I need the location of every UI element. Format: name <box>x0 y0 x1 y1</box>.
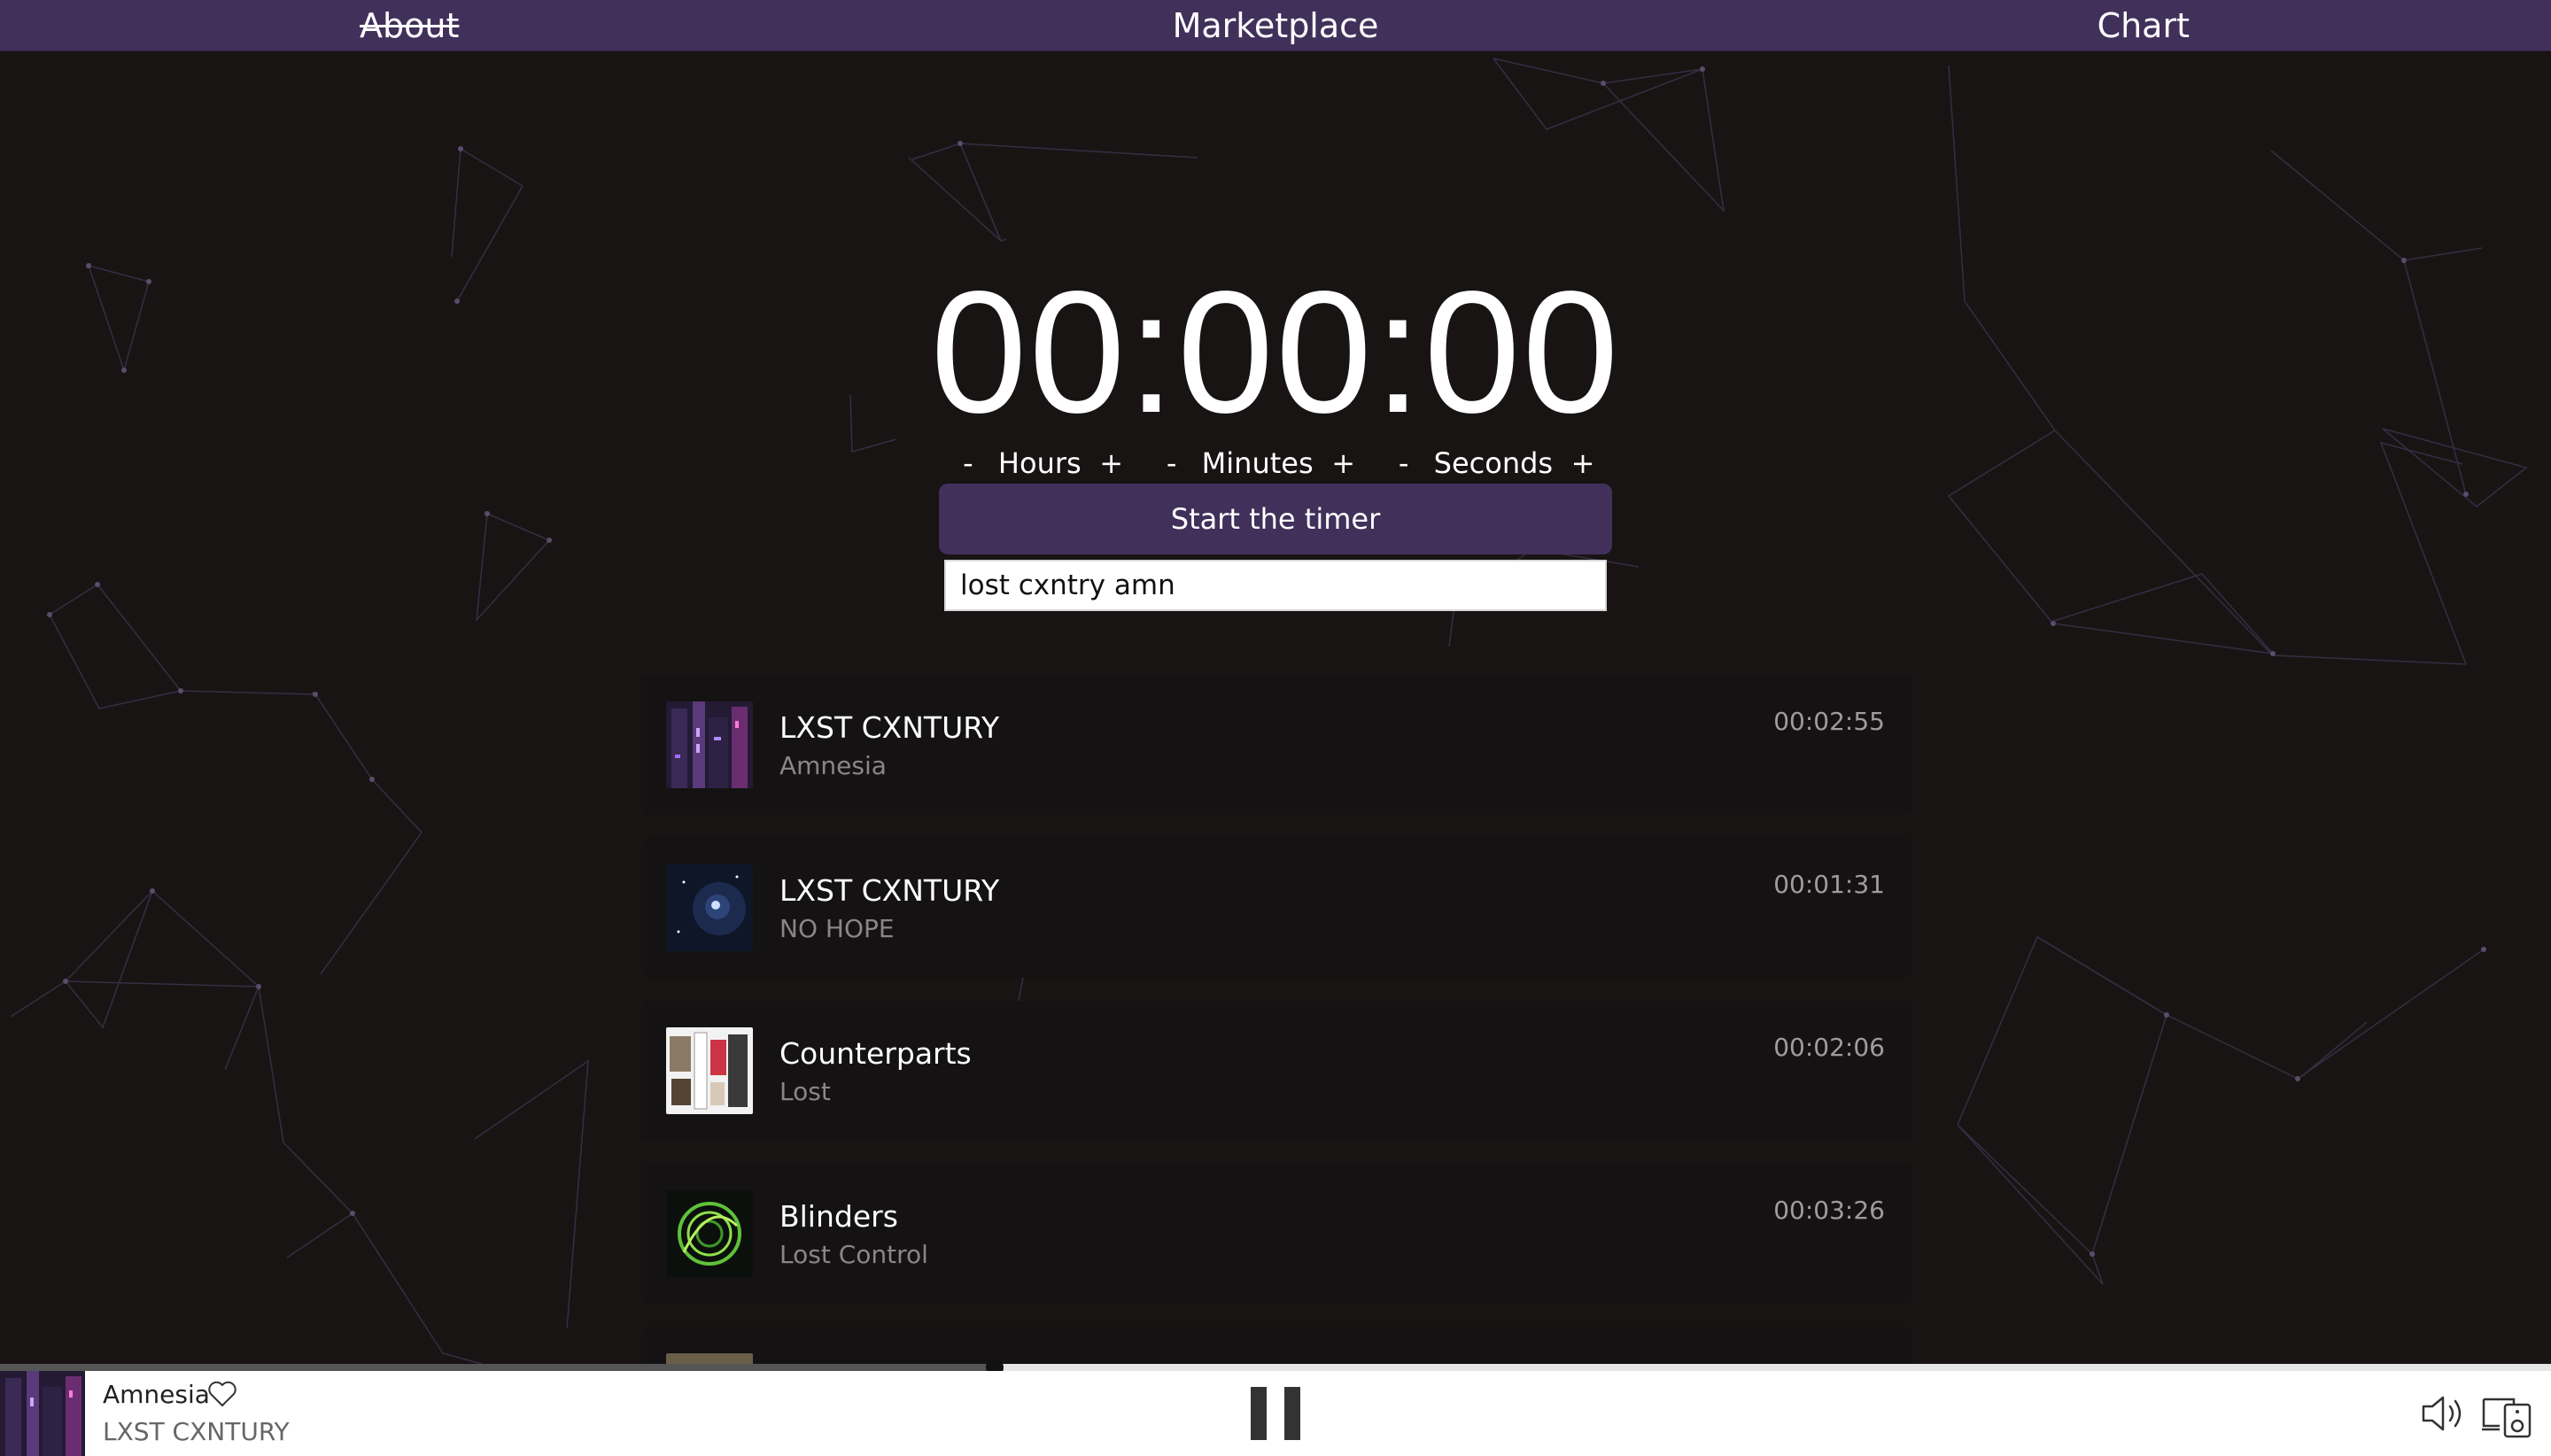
seconds-control: - Seconds + <box>1386 441 1601 485</box>
minutes-decrement-button[interactable]: - <box>1154 446 1190 480</box>
collage-art <box>666 1027 753 1114</box>
search-input[interactable] <box>944 560 1607 611</box>
now-playing-title: Amnesia <box>103 1380 210 1409</box>
track-duration: 00:01:31 <box>1773 870 1885 899</box>
track-duration: 00:02:55 <box>1773 707 1885 736</box>
track-title: Lost <box>779 1077 831 1106</box>
track-item[interactable]: Blinders Lost Control 00:03:26 <box>641 1164 1913 1304</box>
heart-icon[interactable] <box>207 1380 237 1408</box>
nav-chart-link[interactable]: Chart <box>2097 0 2190 51</box>
track-artist: Counterparts <box>779 1036 972 1071</box>
track-artist: Blinders <box>779 1199 898 1234</box>
speaker-icon[interactable] <box>2418 1389 2468 1438</box>
player-bar: Amnesia LXST CXNTURY <box>0 1371 2551 1456</box>
hours-decrement-button[interactable]: - <box>950 446 986 480</box>
hours-label: Hours <box>997 446 1082 480</box>
seconds-decrement-button[interactable]: - <box>1386 446 1422 480</box>
timer-controls: - Hours + - Minutes + - Seconds + <box>939 441 1612 485</box>
nav-marketplace-link[interactable]: Marketplace <box>1173 6 1379 45</box>
pause-icon-bar-left <box>1251 1387 1267 1440</box>
track-item[interactable]: LXST CXNTURY Amnesia 00:02:55 <box>641 675 1913 815</box>
seconds-label: Seconds <box>1433 446 1554 480</box>
playback-progress-fill <box>0 1364 995 1371</box>
track-list: LXST CXNTURY Amnesia 00:02:55 LXST CXNTU… <box>641 675 1913 1364</box>
now-playing-art <box>0 1371 85 1456</box>
minutes-label: Minutes <box>1201 446 1314 480</box>
start-timer-button[interactable]: Start the timer <box>939 484 1612 554</box>
track-title: NO HOPE <box>779 914 895 943</box>
track-duration: 00:02:06 <box>1773 1033 1885 1062</box>
album-art <box>666 1353 753 1364</box>
track-artist: LXST CXNTURY <box>779 873 1000 908</box>
top-nav: About Marketplace Chart <box>0 0 2551 51</box>
pause-icon-bar-right <box>1284 1387 1300 1440</box>
track-duration: 00:03:26 <box>1773 1196 1885 1225</box>
now-playing-artist: LXST CXNTURY <box>103 1417 290 1446</box>
timer-display: 00:00:00 <box>930 255 1621 449</box>
devices-icon[interactable] <box>2480 1387 2533 1440</box>
track-title: Amnesia <box>779 751 887 780</box>
playback-progress-bar[interactable] <box>0 1359 2551 1376</box>
space-art <box>666 864 753 951</box>
pause-button[interactable] <box>1251 1387 1300 1440</box>
green-spiral-art <box>666 1190 753 1277</box>
hours-increment-button[interactable]: + <box>1094 446 1129 480</box>
track-item-partial[interactable] <box>641 1327 1913 1364</box>
seconds-increment-button[interactable]: + <box>1565 446 1601 480</box>
app-root: About Marketplace Chart 00:00:00 - Hours… <box>0 0 2551 1456</box>
nav-about-link[interactable]: About <box>360 0 459 51</box>
track-item[interactable]: LXST CXNTURY NO HOPE 00:01:31 <box>641 838 1913 978</box>
track-title: Lost Control <box>779 1240 928 1269</box>
track-artist: LXST CXNTURY <box>779 710 1000 745</box>
minutes-increment-button[interactable]: + <box>1326 446 1361 480</box>
hours-control: - Hours + <box>950 441 1129 485</box>
minutes-control: - Minutes + <box>1154 441 1361 485</box>
cyber-city-art <box>666 701 753 788</box>
track-item[interactable]: Counterparts Lost 00:02:06 <box>641 1001 1913 1141</box>
